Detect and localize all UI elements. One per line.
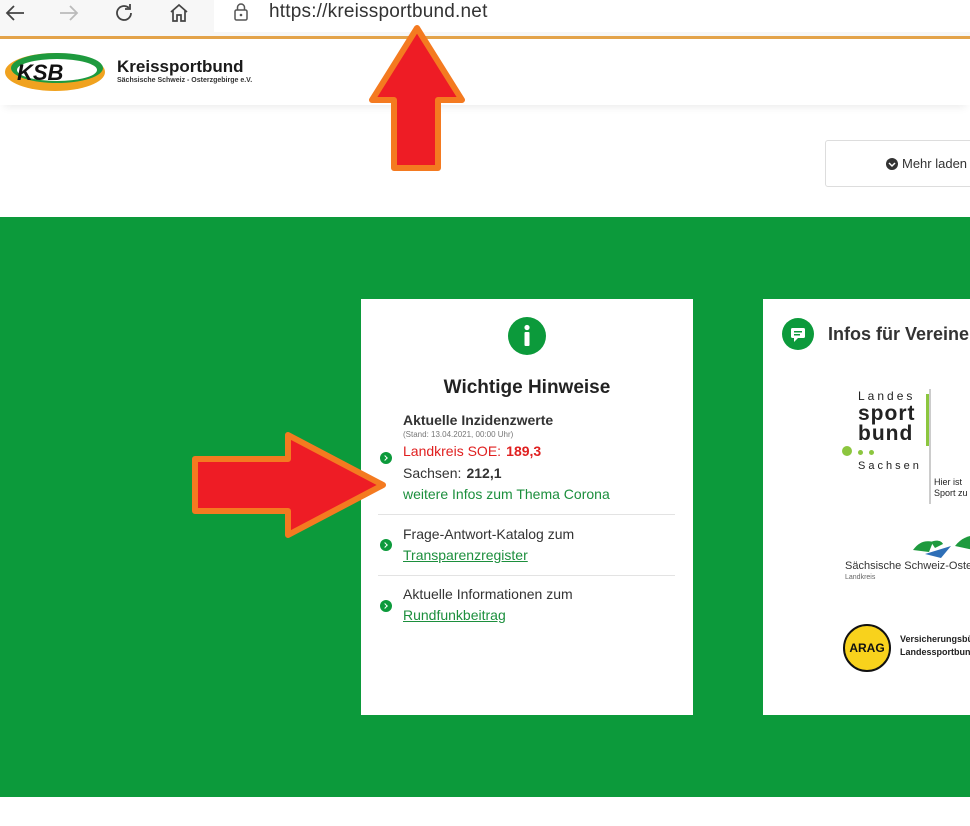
lsb-tagline2: Sport zu (934, 488, 968, 498)
url-text[interactable]: https://kreissportbund.net (269, 1, 488, 23)
sachsen-row: Sachsen: 212,1 (403, 462, 683, 484)
lsb-dot (842, 446, 852, 456)
lsb-dot (869, 450, 874, 455)
back-arrow-icon[interactable] (0, 0, 30, 26)
forward-arrow-icon[interactable] (54, 0, 84, 26)
transparency-text: Frage-Antwort-Katalog zum (403, 526, 575, 542)
corona-link[interactable]: weitere Infos zum Thema Corona (403, 484, 683, 505)
arag-line2: Landessportbund (900, 647, 970, 657)
lsb-tagline1: Hier ist (934, 477, 963, 487)
landessportbund-logo[interactable]: Landes sport bund Sachsen Hier ist Sport… (838, 384, 970, 509)
arag-logo[interactable]: ARAG Versicherungsbü Landessportbund (843, 624, 970, 674)
reload-icon[interactable] (109, 0, 139, 26)
transparency-item: Frage-Antwort-Katalog zum Transparenzreg… (403, 524, 683, 566)
load-more-label: Mehr laden (902, 156, 968, 171)
brand-name: Kreissportbund (117, 57, 244, 76)
divider (378, 514, 675, 515)
sachsen-value: 212,1 (466, 465, 502, 481)
broadcast-fee-item: Aktuelle Informationen zum Rundfunkbeitr… (403, 584, 683, 626)
lsb-line1: Landes (858, 389, 916, 403)
arag-badge-text: ARAG (849, 641, 885, 655)
landkreis-value: 189,3 (506, 443, 542, 459)
card-title: Infos für Vereine (828, 324, 970, 344)
card-title: Wichtige Hinweise (443, 377, 611, 398)
landkreis-name: Sächsische Schweiz-Oster (845, 560, 970, 572)
arag-badge: ARAG (843, 624, 891, 672)
landkreis-emblem (913, 536, 970, 558)
lsb-line3: bund (858, 422, 914, 445)
landkreis-sub: Landkreis (845, 574, 876, 581)
arag-line1: Versicherungsbü (900, 634, 970, 644)
load-more-button[interactable]: Mehr laden (825, 140, 970, 187)
home-icon[interactable] (164, 0, 194, 26)
landkreis-label: Landkreis SOE: (403, 443, 502, 459)
brand-subtitle: Sächsische Schweiz - Osterzgebirge e.V. (117, 77, 253, 84)
right-arrow-annotation (192, 432, 386, 538)
club-info-card: Infos für Vereine Landes sport bund Sach… (763, 299, 970, 715)
ksb-logo[interactable]: KSB (3, 48, 107, 100)
important-notes-card: Wichtige Hinweise Aktuelle Inzidenzwerte… (361, 299, 693, 715)
incidence-date: (Stand: 13.04.2021, 00:00 Uhr) (403, 430, 514, 439)
lsb-line4: Sachsen (858, 460, 922, 472)
incidence-item: Aktuelle Inzidenzwerte (Stand: 13.04.202… (403, 412, 683, 505)
divider (378, 575, 675, 576)
transparency-link[interactable]: Transparenzregister (403, 545, 683, 566)
lsb-divider (929, 389, 931, 504)
sachsen-label: Sachsen: (403, 465, 462, 481)
incidence-title: Aktuelle Inzidenzwerte (403, 412, 554, 428)
lock-icon[interactable] (233, 2, 249, 26)
chevron-right-circle-icon (380, 539, 392, 551)
up-arrow-annotation (369, 25, 465, 171)
svg-text:KSB: KSB (17, 60, 64, 85)
chevron-down-circle-icon (886, 157, 898, 170)
landkreis-row: Landkreis SOE: 189,3 (403, 440, 683, 462)
lsb-dot (858, 450, 863, 455)
broadcast-fee-text: Aktuelle Informationen zum (403, 586, 573, 602)
chevron-right-circle-icon (380, 600, 392, 612)
landkreis-logo[interactable]: Sächsische Schweiz-Oster Landkreis (843, 529, 970, 589)
comment-icon (782, 318, 814, 354)
browser-toolbar: https://kreissportbund.net (0, 0, 970, 36)
info-icon (508, 317, 546, 359)
broadcast-fee-link[interactable]: Rundfunkbeitrag (403, 605, 683, 626)
